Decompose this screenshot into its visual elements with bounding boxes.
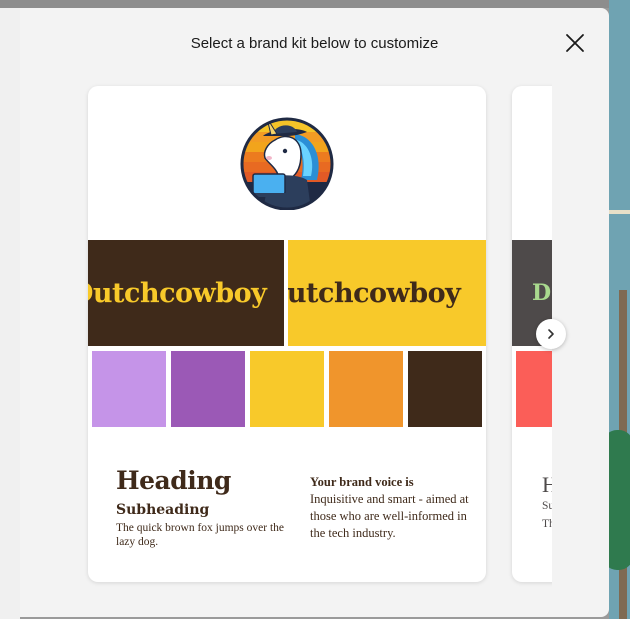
color-swatch-lilac xyxy=(92,351,166,427)
subheading-font-sample: Subheading xyxy=(116,502,210,518)
brand-kit-carousel: Dutchcowboy Dutchcowboy Heading Subheadi… xyxy=(20,8,552,617)
body-font-sample: The quick brown fox jumps over the lazy … xyxy=(116,522,284,548)
heading-font-sample: Heading xyxy=(116,466,231,495)
brand-kit-dialog: Select a brand kit below to customize Du… xyxy=(20,8,609,617)
backdrop-top xyxy=(0,0,630,8)
body-font-sample: Th ov xyxy=(542,518,552,530)
brand-name-banner-yellow: Dutchcowboy xyxy=(288,240,486,346)
color-swatch-brown xyxy=(408,351,482,427)
heading-font-sample: H xyxy=(542,472,552,497)
color-swatch-yellow xyxy=(250,351,324,427)
color-swatch-orange xyxy=(329,351,403,427)
brand-name-banner-dark: Dutchcowboy xyxy=(88,240,284,346)
brand-voice-description: Inquisitive and smart - aimed at those w… xyxy=(310,492,469,540)
color-swatch-purple xyxy=(171,351,245,427)
brand-name-text: D xyxy=(532,280,552,306)
backdrop-right-illustration xyxy=(609,0,630,619)
chevron-right-icon xyxy=(548,329,554,339)
brand-name-text: Dutchcowboy xyxy=(288,277,461,309)
color-swatch-coral xyxy=(516,351,552,427)
backdrop-left xyxy=(0,8,20,619)
carousel-next-button[interactable] xyxy=(536,319,566,349)
subheading-font-sample: Su xyxy=(542,500,552,512)
close-icon xyxy=(566,34,584,52)
brand-kit-card[interactable]: Dutchcowboy Dutchcowboy Heading Subheadi… xyxy=(88,86,486,582)
close-button[interactable] xyxy=(563,31,587,55)
unicorn-cowboy-laptop-logo xyxy=(240,117,334,210)
brand-name-text: Dutchcowboy xyxy=(88,277,267,309)
brand-voice-title: Your brand voice is xyxy=(310,475,414,489)
